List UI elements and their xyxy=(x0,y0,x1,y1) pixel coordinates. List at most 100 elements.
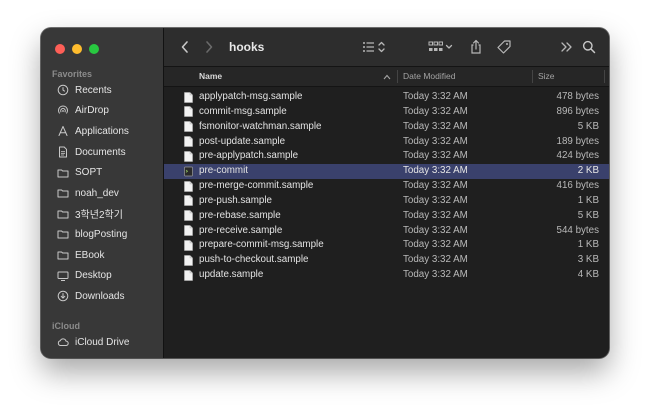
sort-ascending-icon xyxy=(383,74,391,80)
share-icon xyxy=(471,39,481,54)
document-file-icon xyxy=(184,269,193,281)
sidebar: Favorites Recents AirDrop Applications Docu… xyxy=(41,28,164,358)
group-grid-icon xyxy=(428,41,453,51)
file-date-modified: Today 3:32 AM xyxy=(403,120,468,132)
file-name: pre-applypatch.sample xyxy=(199,150,299,162)
back-button[interactable] xyxy=(180,28,190,66)
sidebar-item-blogposting[interactable]: blogPosting xyxy=(41,224,163,245)
sidebar-item-recents[interactable]: Recents xyxy=(41,80,163,101)
document-file-icon xyxy=(184,225,193,236)
sidebar-item-label: AirDrop xyxy=(75,105,109,117)
file-date-modified: Today 3:32 AM xyxy=(403,239,468,251)
file-row[interactable]: pre-commit Today 3:32 AM 2 KB xyxy=(164,164,609,180)
forward-button[interactable] xyxy=(204,28,214,66)
icloud-list: iCloud Drive xyxy=(41,332,163,353)
zoom-button[interactable] xyxy=(89,44,99,54)
file-row[interactable]: applypatch-msg.sample Today 3:32 AM 478 by… xyxy=(164,90,609,105)
file-name: push-to-checkout.sample xyxy=(199,254,309,266)
sidebar-item-label: Desktop xyxy=(75,270,112,282)
file-date-modified: Today 3:32 AM xyxy=(403,165,468,177)
icloud-heading: iCloud xyxy=(52,321,80,331)
document-file-icon xyxy=(184,240,193,251)
file-row[interactable]: pre-receive.sample Today 3:32 AM 544 bytes xyxy=(164,224,609,239)
file-name: update.sample xyxy=(199,269,264,281)
sidebar-item-desktop[interactable]: Desktop xyxy=(41,265,163,286)
sidebar-item-airdrop[interactable]: AirDrop xyxy=(41,101,163,122)
document-file-icon xyxy=(184,210,193,222)
sidebar-item-label: 3학년2학기 xyxy=(75,210,123,222)
file-row[interactable]: fsmonitor-watchman.sample Today 3:32 AM 5 … xyxy=(164,120,609,135)
downloads-icon xyxy=(56,290,69,303)
minimize-button[interactable] xyxy=(72,44,82,54)
more-toolbar-button[interactable] xyxy=(560,28,574,66)
search-button[interactable] xyxy=(582,28,596,66)
sidebar-item-label: EBook xyxy=(75,249,105,261)
toolbar: hooks xyxy=(164,28,609,67)
sidebar-item-label: Documents xyxy=(75,146,126,158)
airdrop-icon xyxy=(56,104,69,117)
file-size: 478 bytes xyxy=(556,91,599,102)
sidebar-item-label: Downloads xyxy=(75,290,125,302)
file-row[interactable]: post-update.sample Today 3:32 AM 189 bytes xyxy=(164,135,609,150)
sidebar-item-label: Recents xyxy=(75,84,112,96)
close-button[interactable] xyxy=(55,44,65,54)
column-header: Name Date Modified Size xyxy=(164,67,609,87)
file-name: pre-commit xyxy=(199,165,248,177)
document-file-icon xyxy=(184,91,193,103)
file-size: 896 bytes xyxy=(556,105,599,117)
date-column-header[interactable]: Date Modified xyxy=(403,67,455,86)
sidebar-item-ebook[interactable]: EBook xyxy=(41,245,163,266)
sidebar-item-downloads[interactable]: Downloads xyxy=(41,286,163,307)
view-mode-button[interactable] xyxy=(362,28,388,66)
file-date-modified: Today 3:32 AM xyxy=(403,105,468,117)
file-row[interactable]: prepare-commit-msg.sample Today 3:32 AM 1 … xyxy=(164,238,609,253)
folder-icon xyxy=(56,187,69,200)
folder-icon xyxy=(56,207,69,220)
name-column-header[interactable]: Name xyxy=(199,67,222,86)
file-size: 416 bytes xyxy=(556,180,599,192)
document-file-icon xyxy=(184,136,193,147)
sidebar-item-label: SOPT xyxy=(75,167,103,179)
folder-icon xyxy=(56,166,69,179)
file-size: 189 bytes xyxy=(556,135,599,147)
sidebar-item-3학년2학기[interactable]: 3학년2학기 xyxy=(41,204,163,225)
file-size: 3 KB xyxy=(577,254,599,266)
file-row[interactable]: push-to-checkout.sample Today 3:32 AM 3 KB xyxy=(164,253,609,268)
document-file-icon xyxy=(184,195,193,207)
sidebar-item-label: blogPosting xyxy=(75,228,128,240)
sidebar-item-label: Applications xyxy=(75,125,129,137)
column-divider xyxy=(397,70,398,83)
file-size: 1 KB xyxy=(577,239,599,251)
favorites-heading: Favorites xyxy=(52,69,93,79)
file-size: 1 KB xyxy=(577,194,599,206)
favorites-list: Recents AirDrop Applications Documents SOPT n… xyxy=(41,80,163,307)
column-divider xyxy=(532,70,533,83)
finder-window: Favorites Recents AirDrop Applications Docu… xyxy=(41,28,609,358)
share-button[interactable] xyxy=(469,28,483,66)
sidebar-item-documents[interactable]: Documents xyxy=(41,142,163,163)
file-row[interactable]: update.sample Today 3:32 AM 4 KB xyxy=(164,268,609,283)
file-name: pre-receive.sample xyxy=(199,224,283,236)
size-column-header[interactable]: Size xyxy=(538,67,555,86)
file-row[interactable]: pre-rebase.sample Today 3:32 AM 5 KB xyxy=(164,209,609,224)
file-row[interactable]: commit-msg.sample Today 3:32 AM 896 bytes xyxy=(164,105,609,120)
file-date-modified: Today 3:32 AM xyxy=(403,135,468,147)
sidebar-item-applications[interactable]: Applications xyxy=(41,121,163,142)
sidebar-item-sopt[interactable]: SOPT xyxy=(41,162,163,183)
executable-file-icon xyxy=(184,166,193,177)
chevron-double-right-icon xyxy=(561,42,572,52)
document-file-icon xyxy=(184,121,193,132)
sidebar-item-icloud-drive[interactable]: iCloud Drive xyxy=(41,332,163,353)
document-file-icon xyxy=(184,180,193,192)
document-file-icon xyxy=(184,254,193,266)
tag-button[interactable] xyxy=(496,28,512,66)
group-button[interactable] xyxy=(428,28,454,66)
file-row[interactable]: pre-applypatch.sample Today 3:32 AM 424 by… xyxy=(164,149,609,164)
sidebar-item-noah-dev[interactable]: noah_dev xyxy=(41,183,163,204)
applications-icon xyxy=(56,125,69,138)
file-date-modified: Today 3:32 AM xyxy=(403,180,468,192)
document-file-icon xyxy=(184,106,193,118)
file-row[interactable]: pre-merge-commit.sample Today 3:32 AM 416 … xyxy=(164,179,609,194)
document-icon xyxy=(56,146,69,159)
file-row[interactable]: pre-push.sample Today 3:32 AM 1 KB xyxy=(164,194,609,209)
